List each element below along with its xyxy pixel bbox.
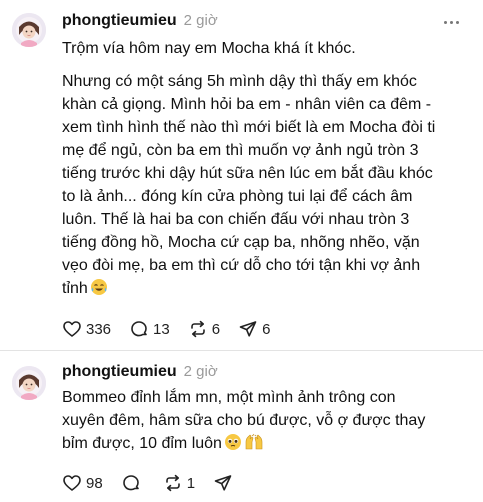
- post-text-line: to là ảnh... đóng kín cửa phòng tui lại …: [62, 188, 413, 205]
- username[interactable]: phongtieumieu: [62, 12, 177, 30]
- post-text-line: vẹo đòi mẹ, ba em thì cứ dỗ cho tới tận …: [62, 257, 421, 274]
- raising-hands-icon: [244, 433, 264, 458]
- avatar[interactable]: [12, 366, 46, 400]
- timestamp: 2 giờ: [183, 12, 218, 29]
- repost-icon: [165, 474, 180, 492]
- share-button[interactable]: [213, 473, 237, 493]
- send-icon: [214, 475, 232, 491]
- username[interactable]: phongtieumieu: [62, 363, 177, 381]
- repost-button[interactable]: 6: [188, 319, 220, 339]
- divider: [0, 350, 483, 351]
- timestamp: 2 giờ: [183, 363, 218, 380]
- comment-icon: [122, 475, 139, 491]
- like-button[interactable]: 98: [62, 473, 103, 493]
- send-icon: [239, 321, 257, 337]
- post-text-line: mẹ để ngủ, còn ba em thì muốn vợ ảnh ngủ…: [62, 142, 419, 159]
- repost-count: 6: [211, 320, 221, 338]
- post-text-line: Trộm vía hôm nay em Mocha khá ít khóc.: [62, 40, 356, 57]
- post-text-line: bỉm được, 10 đỉm luôn: [62, 432, 478, 458]
- post-text-line: khàn cả giọng. Mình hỏi ba em - nhân viê…: [62, 96, 432, 113]
- more-options-icon[interactable]: [439, 12, 463, 32]
- post-text-line: xuyên đêm, hâm sữa cho bú được, vỗ ợ đượ…: [62, 412, 426, 429]
- post-body: Bommeo đỉnh lắm mn, một mình ảnh trông c…: [62, 386, 478, 458]
- share-count: 6: [262, 320, 271, 338]
- repost-button[interactable]: 1: [163, 473, 195, 493]
- post-text-line: xem tình hình thế nào thì mới biết là em…: [62, 119, 436, 136]
- post-text-line: Bommeo đỉnh lắm mn, một mình ảnh trông c…: [62, 389, 396, 406]
- comment-button[interactable]: [121, 473, 145, 493]
- comment-count: 13: [153, 320, 170, 338]
- avatar[interactable]: [12, 13, 46, 47]
- post-text-line: luôn. Thế là hai ba con chiến đấu với nh…: [62, 211, 410, 228]
- post-text-line: tiếng đồng hồ, Mocha cứ cạp ba, nhõng nh…: [62, 234, 420, 251]
- heart-icon: [63, 321, 81, 337]
- post-text-line: tiếng trước khi dậy hút sữa nên lúc em b…: [62, 165, 433, 182]
- share-button[interactable]: 6: [238, 319, 270, 339]
- heart-icon: [63, 475, 81, 491]
- repost-icon: [190, 320, 205, 338]
- repost-count: 1: [186, 474, 196, 492]
- tears-of-joy-icon: [90, 278, 108, 303]
- like-count: 98: [86, 474, 103, 492]
- like-count: 336: [86, 320, 112, 338]
- pleading-face-icon: [224, 433, 242, 458]
- action-bar: 98 1: [62, 472, 255, 494]
- action-bar: 336 13 6 6: [62, 318, 288, 340]
- comment-icon: [131, 321, 147, 337]
- like-button[interactable]: 336: [62, 319, 111, 339]
- post-text-line: tỉnh: [62, 277, 478, 303]
- post-text-line: Nhưng có một sáng 5h mình dậy thì thấy e…: [62, 73, 417, 90]
- post-body: Trộm vía hôm nay em Mocha khá ít khóc. N…: [62, 37, 478, 303]
- comment-button[interactable]: 13: [129, 319, 170, 339]
